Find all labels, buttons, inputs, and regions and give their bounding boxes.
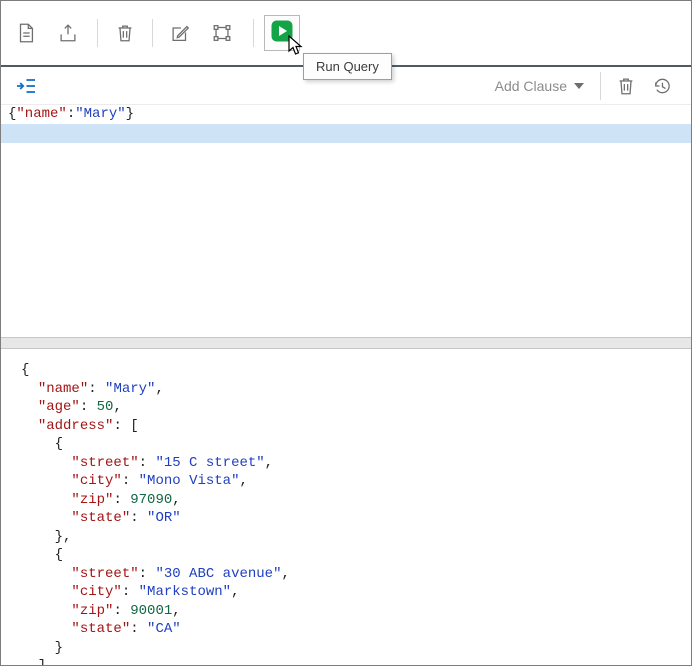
code-line: "age": 50, xyxy=(37,399,122,415)
code-line: }, xyxy=(21,528,72,545)
code-line: ] xyxy=(21,657,691,665)
toolbar-divider xyxy=(152,19,153,47)
code-line: { xyxy=(21,362,30,378)
code-line: { xyxy=(21,547,64,563)
code-line: "zip": 90001, xyxy=(71,602,181,619)
query-history-button[interactable] xyxy=(651,75,673,97)
code-line: "zip": 97090, xyxy=(71,491,181,508)
code-line: "street": "15 C street", xyxy=(71,454,274,471)
code-line: { xyxy=(21,436,64,452)
code-line: "city": "Mono Vista", xyxy=(71,473,248,489)
history-icon xyxy=(651,75,673,97)
select-region-icon xyxy=(211,22,233,44)
trash-icon xyxy=(114,22,136,44)
edit-button[interactable] xyxy=(169,22,191,44)
export-icon xyxy=(57,22,79,44)
result-json: { "name": "Mary", "age": 50, "address": … xyxy=(21,361,691,665)
code-line: "city": "Markstown", xyxy=(71,584,240,600)
code-line: "state": "CA" xyxy=(71,621,181,637)
code-line: "state": "OR" xyxy=(71,510,181,526)
new-document-button[interactable] xyxy=(15,22,37,44)
new-document-icon xyxy=(15,22,37,44)
chevron-down-icon xyxy=(574,82,584,89)
add-clause-dropdown[interactable]: Add Clause xyxy=(495,78,584,94)
clear-query-button[interactable] xyxy=(615,75,637,97)
code-line: {"name":"Mary"} xyxy=(8,106,135,122)
format-indent-icon xyxy=(14,74,38,98)
delete-button[interactable] xyxy=(114,22,136,44)
panel-splitter[interactable] xyxy=(1,337,691,349)
code-line: "address": [ xyxy=(37,417,139,434)
query-editor[interactable]: {"name":"Mary"} xyxy=(1,105,691,337)
toolbar-divider xyxy=(253,19,254,47)
query-tool-window: Run Query Add Clause {"name":"Mary"} {"… xyxy=(0,0,692,666)
code-line: "name": "Mary", xyxy=(37,380,164,397)
edit-icon xyxy=(169,22,191,44)
format-query-button[interactable] xyxy=(15,75,37,97)
code-line: } xyxy=(21,639,64,656)
run-query-tooltip: Run Query xyxy=(303,53,392,80)
query-text: {"name":"Mary"} xyxy=(1,105,691,124)
mouse-cursor xyxy=(288,34,303,61)
editor-cursor-line xyxy=(1,124,691,143)
select-region-button[interactable] xyxy=(211,22,233,44)
code-line: "street": "30 ABC avenue", xyxy=(71,565,290,582)
results-panel: { "name": "Mary", "age": 50, "address": … xyxy=(1,349,691,665)
trash-icon xyxy=(615,75,637,97)
toolbar-divider xyxy=(600,71,601,100)
export-button[interactable] xyxy=(57,22,79,44)
add-clause-label: Add Clause xyxy=(494,77,567,94)
toolbar-divider xyxy=(97,19,98,47)
